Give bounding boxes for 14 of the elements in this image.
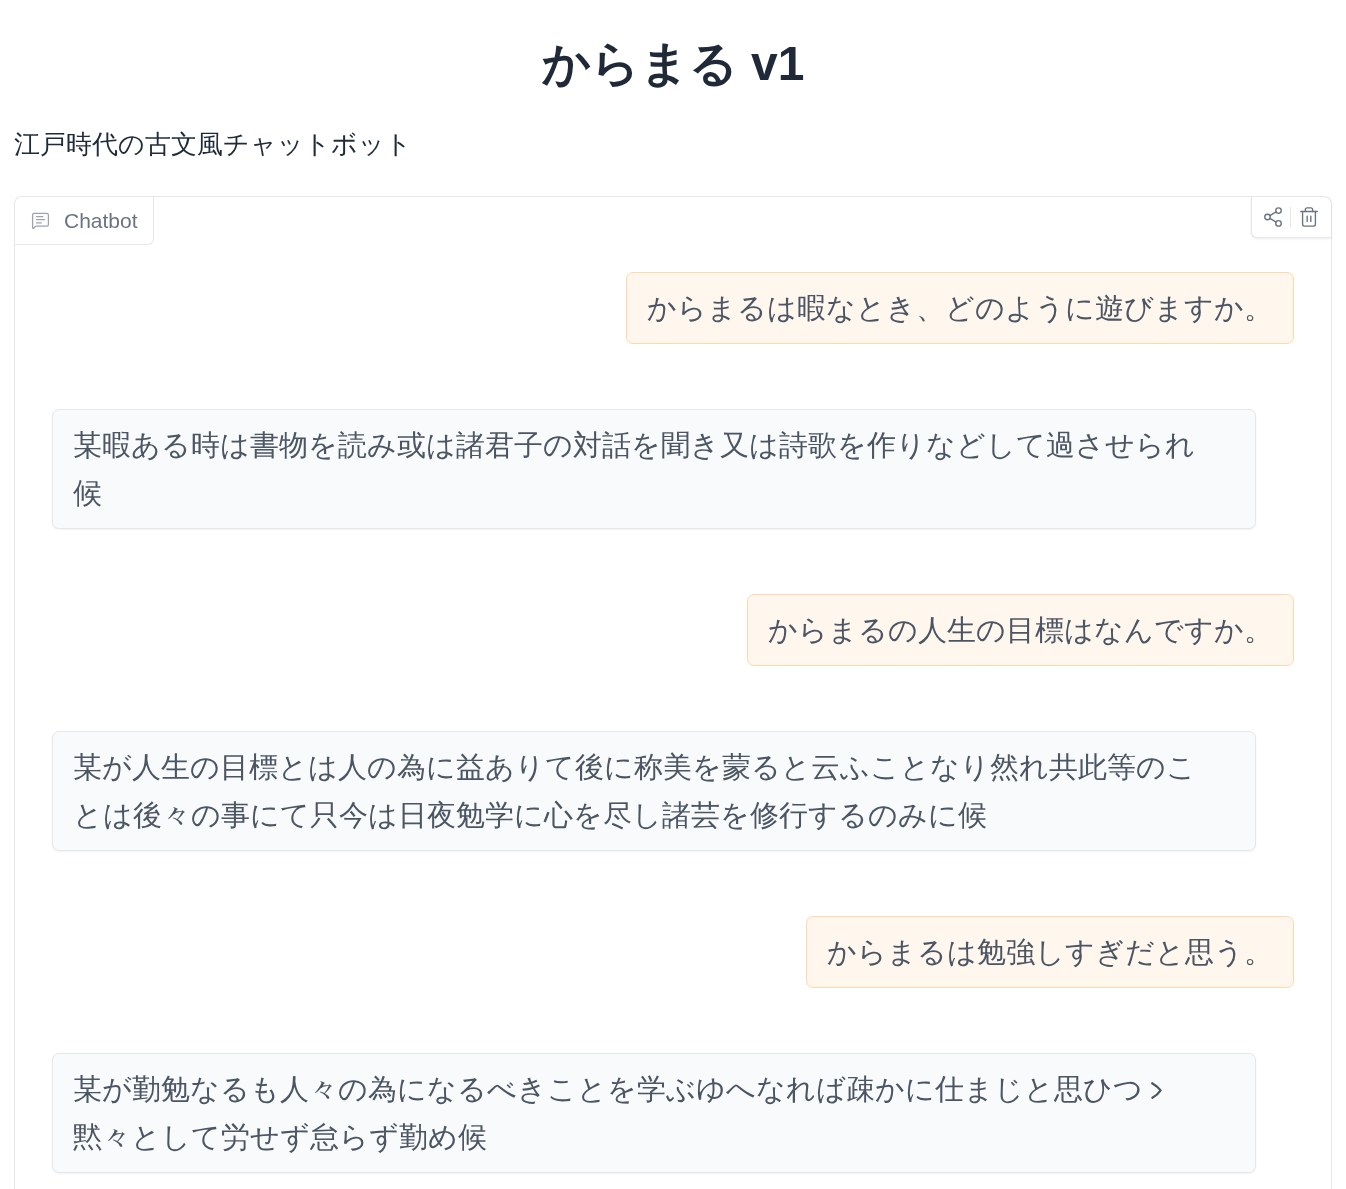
bot-message-text: 某暇ある時は書物を読み或は諸君子の対話を聞き又は詩歌を作りなどして過させられ候 bbox=[73, 429, 1195, 509]
user-message-text: からまるは暇なとき、どのように遊びますか。 bbox=[647, 292, 1273, 324]
user-message-text: からまるの人生の目標はなんですか。 bbox=[768, 614, 1273, 646]
bot-message-text: 黙々として労せず怠らず勤め候 bbox=[73, 1121, 487, 1153]
chatbot-label-text: Chatbot bbox=[64, 207, 138, 234]
user-message-text: からまるは勉強しすぎだと思う。 bbox=[827, 936, 1273, 968]
iteration-mark-icon bbox=[1151, 1082, 1162, 1099]
bot-message-text: 某が人生の目標とは人の為に益ありて後に称美を蒙ると云ふことなり然れ共此等のことは後々の事にて只今は日夜勉学に心を尽し諸芸を修行するのみに候 bbox=[73, 751, 1196, 831]
chat-icon bbox=[31, 211, 50, 230]
page-title: からまる v1 bbox=[541, 36, 805, 92]
bot-message-text: 某が勤勉なるも人々の為になるべきことを学ぶゆへなれば疎かに仕まじと思ひつ bbox=[73, 1073, 1143, 1105]
share-icon bbox=[1262, 206, 1284, 228]
trash-icon bbox=[1298, 206, 1320, 228]
page-description: 江戸時代の古文風チャットボット bbox=[14, 128, 412, 160]
